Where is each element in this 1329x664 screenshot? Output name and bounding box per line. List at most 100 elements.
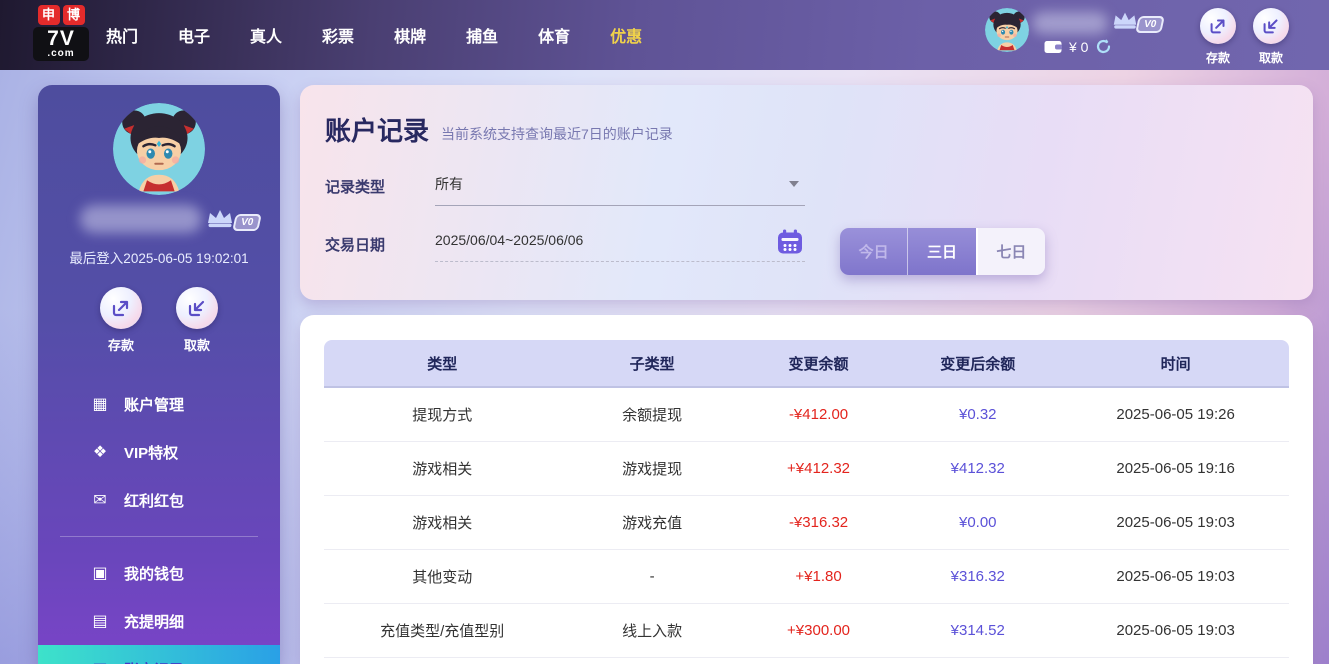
nav-deposit-button[interactable]: 存款 bbox=[1196, 8, 1240, 66]
sidebar-menu-item[interactable]: ▥ 账户记录 bbox=[38, 645, 280, 664]
cell-change-amount: -¥412.00 bbox=[744, 406, 894, 423]
cell-after-amount: ¥314.52 bbox=[893, 622, 1062, 639]
sidebar-menu-item[interactable]: ❖ VIP特权 bbox=[38, 428, 280, 476]
sidebar-menu-item[interactable]: ▣ 我的钱包 bbox=[38, 549, 280, 597]
menu-item-icon: ❖ bbox=[90, 442, 110, 462]
nav-menu-item[interactable]: 彩票 bbox=[316, 19, 360, 51]
cell-after-amount: ¥412.32 bbox=[893, 460, 1062, 477]
withdraw-arrow-icon bbox=[176, 287, 218, 329]
sidebar-avatar bbox=[113, 103, 205, 195]
cell-type: 提现方式 bbox=[324, 404, 560, 425]
menu-item-icon: ✉ bbox=[90, 490, 110, 510]
cell-after-amount: ¥0.00 bbox=[893, 514, 1062, 531]
sidebar-divider bbox=[60, 536, 258, 537]
table-row: 充值类型/充值型别 线上入款 +¥300.00 ¥314.52 2025-06-… bbox=[324, 604, 1289, 658]
quick-range-button[interactable]: 七日 bbox=[978, 228, 1045, 275]
sidebar-menu-item[interactable]: ✉ 红利红包 bbox=[38, 476, 280, 524]
sidebar-vip-level-badge: V0 bbox=[232, 214, 262, 231]
username-blurred bbox=[1032, 12, 1108, 34]
sidebar-menu-item[interactable]: ▤ 充提明细 bbox=[38, 597, 280, 645]
nav-withdraw-button[interactable]: 取款 bbox=[1249, 8, 1293, 66]
chevron-down-icon bbox=[789, 181, 799, 187]
cell-time: 2025-06-05 19:03 bbox=[1062, 514, 1289, 531]
menu-item-icon: ▦ bbox=[90, 394, 110, 414]
logo-badges: 申 博 bbox=[33, 5, 89, 25]
cell-change-amount: +¥1.80 bbox=[744, 568, 894, 585]
cell-subtype: 余额提现 bbox=[560, 404, 743, 425]
menu-item-icon: ▣ bbox=[90, 563, 110, 583]
cell-time: 2025-06-05 19:26 bbox=[1062, 406, 1289, 423]
site-logo[interactable]: 申 博 7V .com bbox=[33, 5, 89, 61]
logo-text: 7V bbox=[36, 28, 86, 49]
menu-item-label: VIP特权 bbox=[124, 442, 178, 463]
quick-range-button[interactable]: 三日 bbox=[908, 228, 977, 275]
table-row: 游戏相关 游戏充值 -¥316.32 ¥0.00 2025-06-05 19:0… bbox=[324, 496, 1289, 550]
balance-amount: ¥ 0 bbox=[1069, 39, 1088, 55]
page-title: 账户记录 bbox=[325, 111, 429, 148]
logo-box: 7V .com bbox=[33, 27, 89, 61]
cell-time: 2025-06-05 19:03 bbox=[1062, 568, 1289, 585]
calendar-icon[interactable] bbox=[777, 229, 803, 259]
vip-level-badge: V0 bbox=[1135, 16, 1165, 33]
refresh-icon[interactable] bbox=[1095, 38, 1112, 55]
record-type-row: 记录类型 所有 bbox=[325, 174, 1288, 206]
nav-menu-item[interactable]: 电子 bbox=[172, 19, 216, 51]
deposit-arrow-icon bbox=[100, 287, 142, 329]
cell-subtype: - bbox=[560, 568, 743, 585]
cell-after-amount: ¥0.32 bbox=[893, 406, 1062, 423]
logo-badge-left: 申 bbox=[38, 5, 60, 25]
record-type-select[interactable]: 所有 bbox=[435, 174, 805, 206]
cell-type: 其他变动 bbox=[324, 566, 560, 587]
wallet-icon bbox=[1044, 39, 1062, 54]
sidebar-deposit-button[interactable]: 存款 bbox=[96, 287, 146, 354]
table-row: 提现方式 余额提现 -¥412.00 ¥0.32 2025-06-05 19:2… bbox=[324, 388, 1289, 442]
cell-after-amount: ¥316.32 bbox=[893, 568, 1062, 585]
table-header-time: 时间 bbox=[1062, 353, 1289, 374]
menu-item-icon: ▤ bbox=[90, 611, 110, 631]
table-header-row: 类型 子类型 变更余额 变更后余额 时间 bbox=[324, 340, 1289, 388]
nav-menu-item[interactable]: 棋牌 bbox=[388, 19, 432, 51]
date-quick-range-group: 今日 三日 七日 bbox=[840, 228, 1045, 275]
records-table-card: 类型 子类型 变更余额 变更后余额 时间 提现方式 余额提现 -¥412.00 … bbox=[300, 315, 1313, 664]
cell-type: 充值类型/充值型别 bbox=[324, 620, 560, 641]
filters-card: 账户记录 当前系统支持查询最近7日的账户记录 记录类型 所有 交易日期 2025… bbox=[300, 85, 1313, 300]
date-range-value: 2025/06/04~2025/06/06 bbox=[435, 232, 583, 248]
menu-item-label: 红利红包 bbox=[124, 490, 184, 511]
sidebar-deposit-label: 存款 bbox=[96, 335, 146, 354]
cell-subtype: 游戏充值 bbox=[560, 512, 743, 533]
deposit-arrow-icon bbox=[1200, 8, 1236, 44]
nav-menu-item[interactable]: 优惠 bbox=[604, 19, 648, 51]
user-avatar[interactable] bbox=[985, 8, 1029, 52]
cell-type: 游戏相关 bbox=[324, 458, 560, 479]
last-login-text: 最后登入2025-06-05 19:02:01 bbox=[38, 247, 280, 267]
nav-menu-item[interactable]: 真人 bbox=[244, 19, 288, 51]
table-header-type: 类型 bbox=[324, 353, 560, 374]
nav-menu-item[interactable]: 热门 bbox=[100, 19, 144, 51]
cell-change-amount: -¥316.32 bbox=[744, 514, 894, 531]
table-body: 提现方式 余额提现 -¥412.00 ¥0.32 2025-06-05 19:2… bbox=[324, 388, 1289, 658]
cell-subtype: 线上入款 bbox=[560, 620, 743, 641]
quick-range-button[interactable]: 今日 bbox=[840, 228, 908, 275]
title-row: 账户记录 当前系统支持查询最近7日的账户记录 bbox=[325, 111, 1288, 148]
cell-time: 2025-06-05 19:03 bbox=[1062, 622, 1289, 639]
sidebar-vip-crown-icon bbox=[204, 207, 236, 231]
sidebar-menu-item[interactable]: ▦ 账户管理 bbox=[38, 380, 280, 428]
withdraw-arrow-icon bbox=[1253, 8, 1289, 44]
sidebar-withdraw-button[interactable]: 取款 bbox=[172, 287, 222, 354]
date-range-input[interactable]: 2025/06/04~2025/06/06 bbox=[435, 232, 805, 262]
sidebar-username-blurred bbox=[80, 205, 202, 233]
nav-menu-item[interactable]: 捕鱼 bbox=[460, 19, 504, 51]
nav-deposit-label: 存款 bbox=[1196, 49, 1240, 66]
table-row: 游戏相关 游戏提现 +¥412.32 ¥412.32 2025-06-05 19… bbox=[324, 442, 1289, 496]
sidebar-quick-actions: 存款 取款 bbox=[38, 287, 280, 354]
menu-item-label: 充提明细 bbox=[124, 611, 184, 632]
nav-menu: 热门 电子 真人 彩票 棋牌 捕鱼 体育 优惠 bbox=[100, 0, 648, 70]
balance-row: ¥ 0 bbox=[1044, 38, 1112, 55]
menu-item-label: 我的钱包 bbox=[124, 563, 184, 584]
sidebar-withdraw-label: 取款 bbox=[172, 335, 222, 354]
cell-change-amount: +¥300.00 bbox=[744, 622, 894, 639]
nav-menu-item[interactable]: 体育 bbox=[532, 19, 576, 51]
logo-suffix: .com bbox=[36, 49, 86, 58]
record-type-label: 记录类型 bbox=[325, 174, 435, 197]
logo-badge-right: 博 bbox=[63, 5, 85, 25]
